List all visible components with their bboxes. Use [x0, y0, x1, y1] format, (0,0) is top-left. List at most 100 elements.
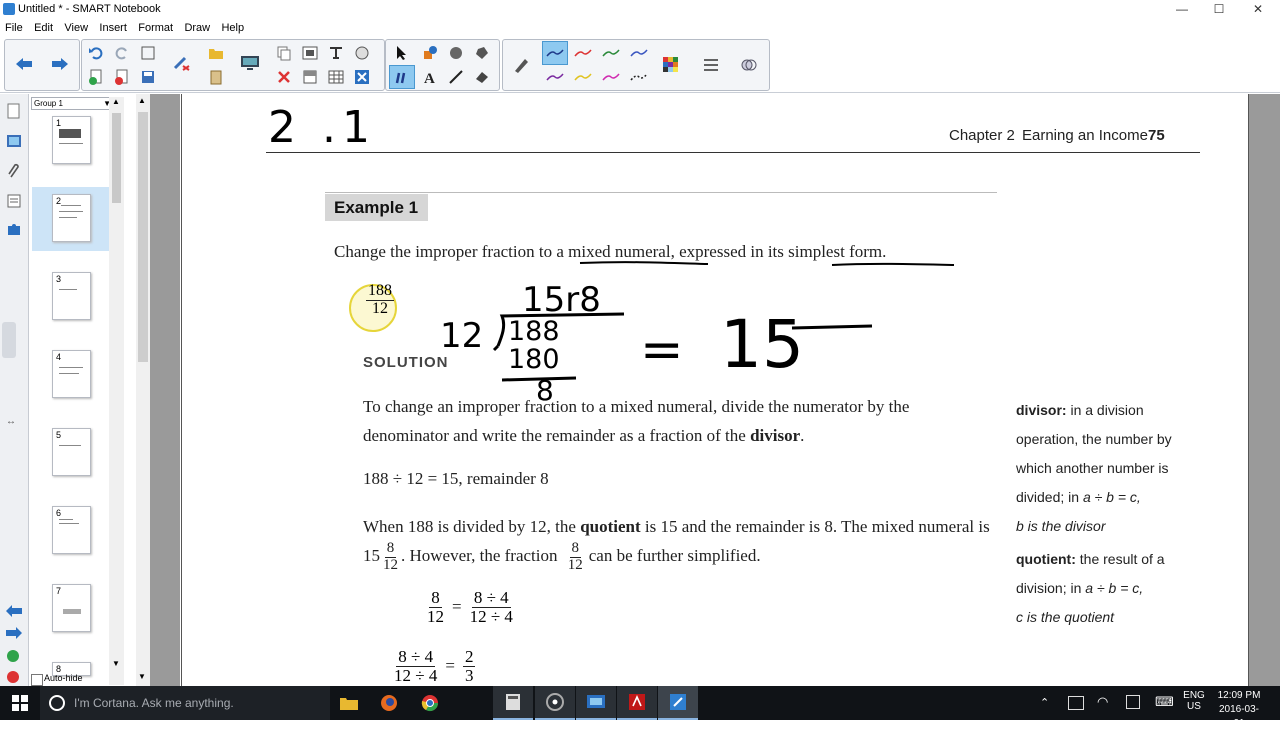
chevron-up-icon[interactable]: ▲: [112, 97, 120, 106]
addons-tab[interactable]: [5, 220, 23, 238]
firefox-button[interactable]: [369, 686, 409, 720]
attachments-tab[interactable]: [5, 162, 23, 180]
page-scrollbar[interactable]: ▲ ▼: [136, 94, 151, 686]
pen-style-dark-blue[interactable]: [542, 41, 568, 65]
calculator-button[interactable]: [493, 686, 533, 720]
magic-pen-button[interactable]: [444, 42, 468, 64]
previous-page-button[interactable]: [12, 53, 36, 75]
ink-equals[interactable]: =: [640, 320, 684, 380]
panel-collapse-handle[interactable]: [2, 322, 16, 358]
chevron-down-icon[interactable]: ▼: [112, 659, 120, 668]
remote-app-button[interactable]: [576, 686, 616, 720]
menu-view[interactable]: View: [64, 21, 88, 36]
sorter-add-button[interactable]: [5, 648, 23, 666]
pen-style-magenta[interactable]: [599, 66, 623, 88]
pen-type-button[interactable]: [509, 54, 533, 76]
menu-file[interactable]: File: [5, 21, 23, 36]
start-button[interactable]: [0, 686, 40, 720]
minimize-button[interactable]: —: [1164, 0, 1200, 20]
delete-button[interactable]: [272, 66, 296, 88]
pen-style-blue[interactable]: [627, 42, 651, 64]
menu-format[interactable]: Format: [138, 21, 173, 36]
sorter-next-button[interactable]: [5, 626, 23, 644]
insert-table-button[interactable]: [324, 66, 348, 88]
page-thumbnail-2[interactable]: 2: [52, 194, 91, 242]
menu-insert[interactable]: Insert: [99, 21, 127, 36]
gallery-tab[interactable]: [5, 132, 23, 150]
wifi-icon[interactable]: ◠: [1097, 694, 1108, 710]
display-button[interactable]: [238, 52, 262, 74]
close-panel-button[interactable]: [350, 66, 374, 88]
page-thumbnail-6[interactable]: 6: [52, 506, 91, 554]
ink-dividend[interactable]: 188: [508, 316, 560, 347]
ink-divisor[interactable]: 12: [440, 316, 483, 356]
page-thumbnail-5[interactable]: 5: [52, 428, 91, 476]
pen-style-purple[interactable]: [543, 66, 567, 88]
eraser-tool-button[interactable]: [470, 66, 494, 88]
page-thumbnail-1[interactable]: 1: [52, 116, 91, 164]
screen-shade-button[interactable]: [298, 66, 322, 88]
show-hidden-icons-button[interactable]: ⌃: [1040, 696, 1049, 709]
chevron-down-icon[interactable]: ▼: [138, 672, 146, 681]
line-tool-button[interactable]: [444, 66, 468, 88]
insert-image-button[interactable]: [298, 42, 322, 64]
menu-edit[interactable]: Edit: [34, 21, 53, 36]
redo-button[interactable]: [110, 42, 134, 64]
fill-tool-button[interactable]: [470, 42, 494, 64]
next-page-button[interactable]: [48, 53, 72, 75]
sorter-delete-button[interactable]: [5, 669, 23, 687]
close-button[interactable]: ✕: [1240, 0, 1276, 20]
resize-arrows-icon[interactable]: ↔: [6, 416, 16, 427]
view-screens-button[interactable]: [136, 42, 160, 64]
chrome-button[interactable]: [410, 686, 450, 720]
text-tool-button[interactable]: A: [418, 66, 442, 88]
add-page-button[interactable]: [84, 66, 108, 88]
autohide-checkbox[interactable]: [31, 674, 43, 686]
smart-notebook-button[interactable]: [658, 686, 698, 720]
clock[interactable]: 12:09 PM 2016-03-01: [1214, 689, 1264, 731]
pen-style-yellow[interactable]: [571, 66, 595, 88]
gallery-button[interactable]: [350, 42, 374, 64]
group-select[interactable]: Group 1 ▼: [31, 97, 114, 110]
cortana-search-box[interactable]: I'm Cortana. Ask me anything.: [40, 686, 330, 720]
menu-draw[interactable]: Draw: [184, 21, 210, 36]
clear-ink-button[interactable]: [170, 52, 194, 74]
media-app-button[interactable]: [535, 686, 575, 720]
ink-fraction-bar[interactable]: [790, 320, 874, 334]
save-button[interactable]: [136, 66, 160, 88]
undo-button[interactable]: [84, 42, 108, 64]
select-tool-button[interactable]: [390, 42, 414, 64]
pen-style-green[interactable]: [599, 42, 623, 64]
network-icon[interactable]: [1068, 696, 1084, 710]
notifications-icon[interactable]: [1126, 695, 1140, 709]
ink-subtraction[interactable]: 180: [508, 344, 560, 375]
notebook-page[interactable]: 2 .1 Chapter 2 Earning an Income 75 Exam…: [181, 94, 1249, 686]
page-thumbnail-3[interactable]: 3: [52, 272, 91, 320]
keyboard-icon[interactable]: ⌨: [1155, 694, 1174, 710]
page-sorter-tab[interactable]: [5, 102, 23, 120]
file-explorer-button[interactable]: [329, 686, 369, 720]
maximize-button[interactable]: ☐: [1201, 0, 1237, 20]
pens-tool-button[interactable]: [389, 65, 415, 89]
ink-underlines[interactable]: [572, 257, 972, 271]
page-thumbnail-4[interactable]: 4: [52, 350, 91, 398]
properties-button[interactable]: [737, 54, 761, 76]
table-text-button[interactable]: [324, 42, 348, 64]
paste-button[interactable]: [204, 66, 228, 88]
open-file-button[interactable]: [204, 42, 228, 64]
pen-style-dashed[interactable]: [627, 66, 651, 88]
language-indicator[interactable]: ENG US: [1183, 690, 1205, 712]
sorter-scrollbar[interactable]: ▲ ▼: [109, 97, 124, 685]
capture-button[interactable]: [272, 42, 296, 64]
menu-help[interactable]: Help: [221, 21, 244, 36]
shapes-tool-button[interactable]: [418, 42, 442, 64]
pen-style-red[interactable]: [571, 42, 595, 64]
sorter-prev-button[interactable]: [5, 604, 23, 622]
acrobat-button[interactable]: [617, 686, 657, 720]
delete-page-button[interactable]: [110, 66, 134, 88]
color-palette-button[interactable]: [659, 54, 683, 76]
line-style-button[interactable]: [699, 54, 723, 76]
chevron-up-icon[interactable]: ▲: [138, 96, 146, 105]
page-thumbnail-7[interactable]: 7: [52, 584, 91, 632]
properties-tab[interactable]: [5, 192, 23, 210]
